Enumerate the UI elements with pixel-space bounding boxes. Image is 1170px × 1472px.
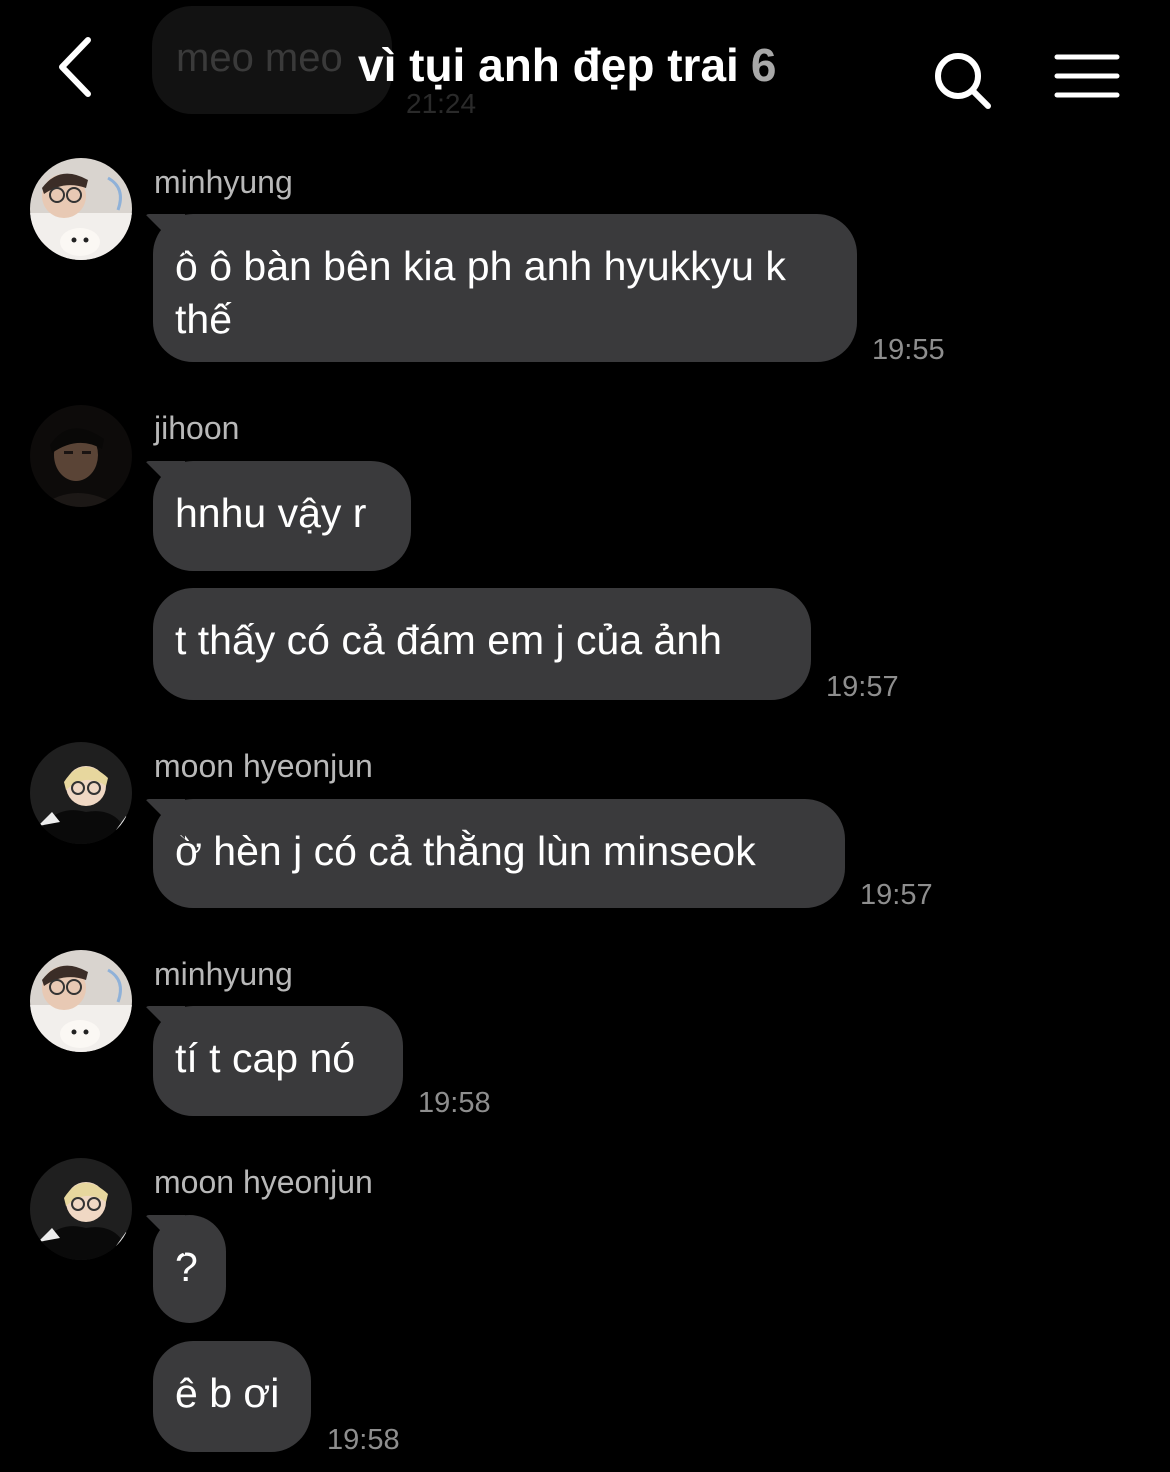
message-bubble[interactable]: ô ô bàn bên kia ph anh hyukkyu k thế bbox=[153, 214, 857, 362]
search-icon[interactable] bbox=[930, 48, 996, 114]
message-text: ô ô bàn bên kia ph anh hyukkyu k thế bbox=[175, 243, 786, 342]
sender-name: minhyung bbox=[154, 956, 293, 992]
member-count: 6 bbox=[750, 39, 777, 91]
message-bubble[interactable]: hnhu vậy r bbox=[153, 461, 411, 571]
message-text: tí t cap nó bbox=[175, 1035, 356, 1081]
avatar-moon-hyeonjun[interactable] bbox=[30, 1158, 132, 1260]
avatar-minhyung[interactable] bbox=[30, 158, 132, 260]
menu-icon[interactable] bbox=[1054, 52, 1120, 102]
message-bubble[interactable]: t thấy có cả đám em j của ảnh bbox=[153, 588, 811, 700]
message-time: 19:57 bbox=[860, 879, 933, 911]
faded-message-text: meo meo bbox=[176, 36, 343, 80]
message-text: ờ hèn j có cả thằng lùn minseok bbox=[175, 828, 756, 874]
back-icon[interactable] bbox=[50, 32, 110, 102]
message-bubble[interactable]: ê b ơi bbox=[153, 1341, 311, 1452]
message-time: 19:57 bbox=[826, 671, 899, 703]
avatar-minhyung[interactable] bbox=[30, 950, 132, 1052]
message-text: ê b ơi bbox=[175, 1370, 280, 1416]
sender-name: jihoon bbox=[154, 410, 240, 446]
avatar-moon-hyeonjun[interactable] bbox=[30, 742, 132, 844]
sender-name: minhyung bbox=[154, 164, 293, 200]
sender-name: moon hyeonjun bbox=[154, 1164, 373, 1200]
message-time: 19:58 bbox=[327, 1424, 400, 1456]
avatar-jihoon[interactable] bbox=[30, 405, 132, 507]
message-bubble[interactable]: ờ hèn j có cả thằng lùn minseok bbox=[153, 799, 845, 908]
message-bubble[interactable]: tí t cap nó bbox=[153, 1006, 403, 1116]
message-bubble[interactable]: ? bbox=[153, 1215, 226, 1323]
message-time: 19:55 bbox=[872, 334, 945, 366]
message-text: hnhu vậy r bbox=[175, 490, 367, 536]
sender-name: moon hyeonjun bbox=[154, 748, 373, 784]
chat-title[interactable]: vì tụi anh đẹp trai 6 bbox=[358, 38, 776, 98]
chat-header: meo meo 21:24 vì tụi anh đẹp trai 6 bbox=[0, 0, 1170, 140]
message-text: ? bbox=[175, 1244, 198, 1290]
message-time: 19:58 bbox=[418, 1087, 491, 1119]
chat-title-text: vì tụi anh đẹp trai bbox=[358, 39, 739, 91]
message-text: t thấy có cả đám em j của ảnh bbox=[175, 617, 722, 663]
